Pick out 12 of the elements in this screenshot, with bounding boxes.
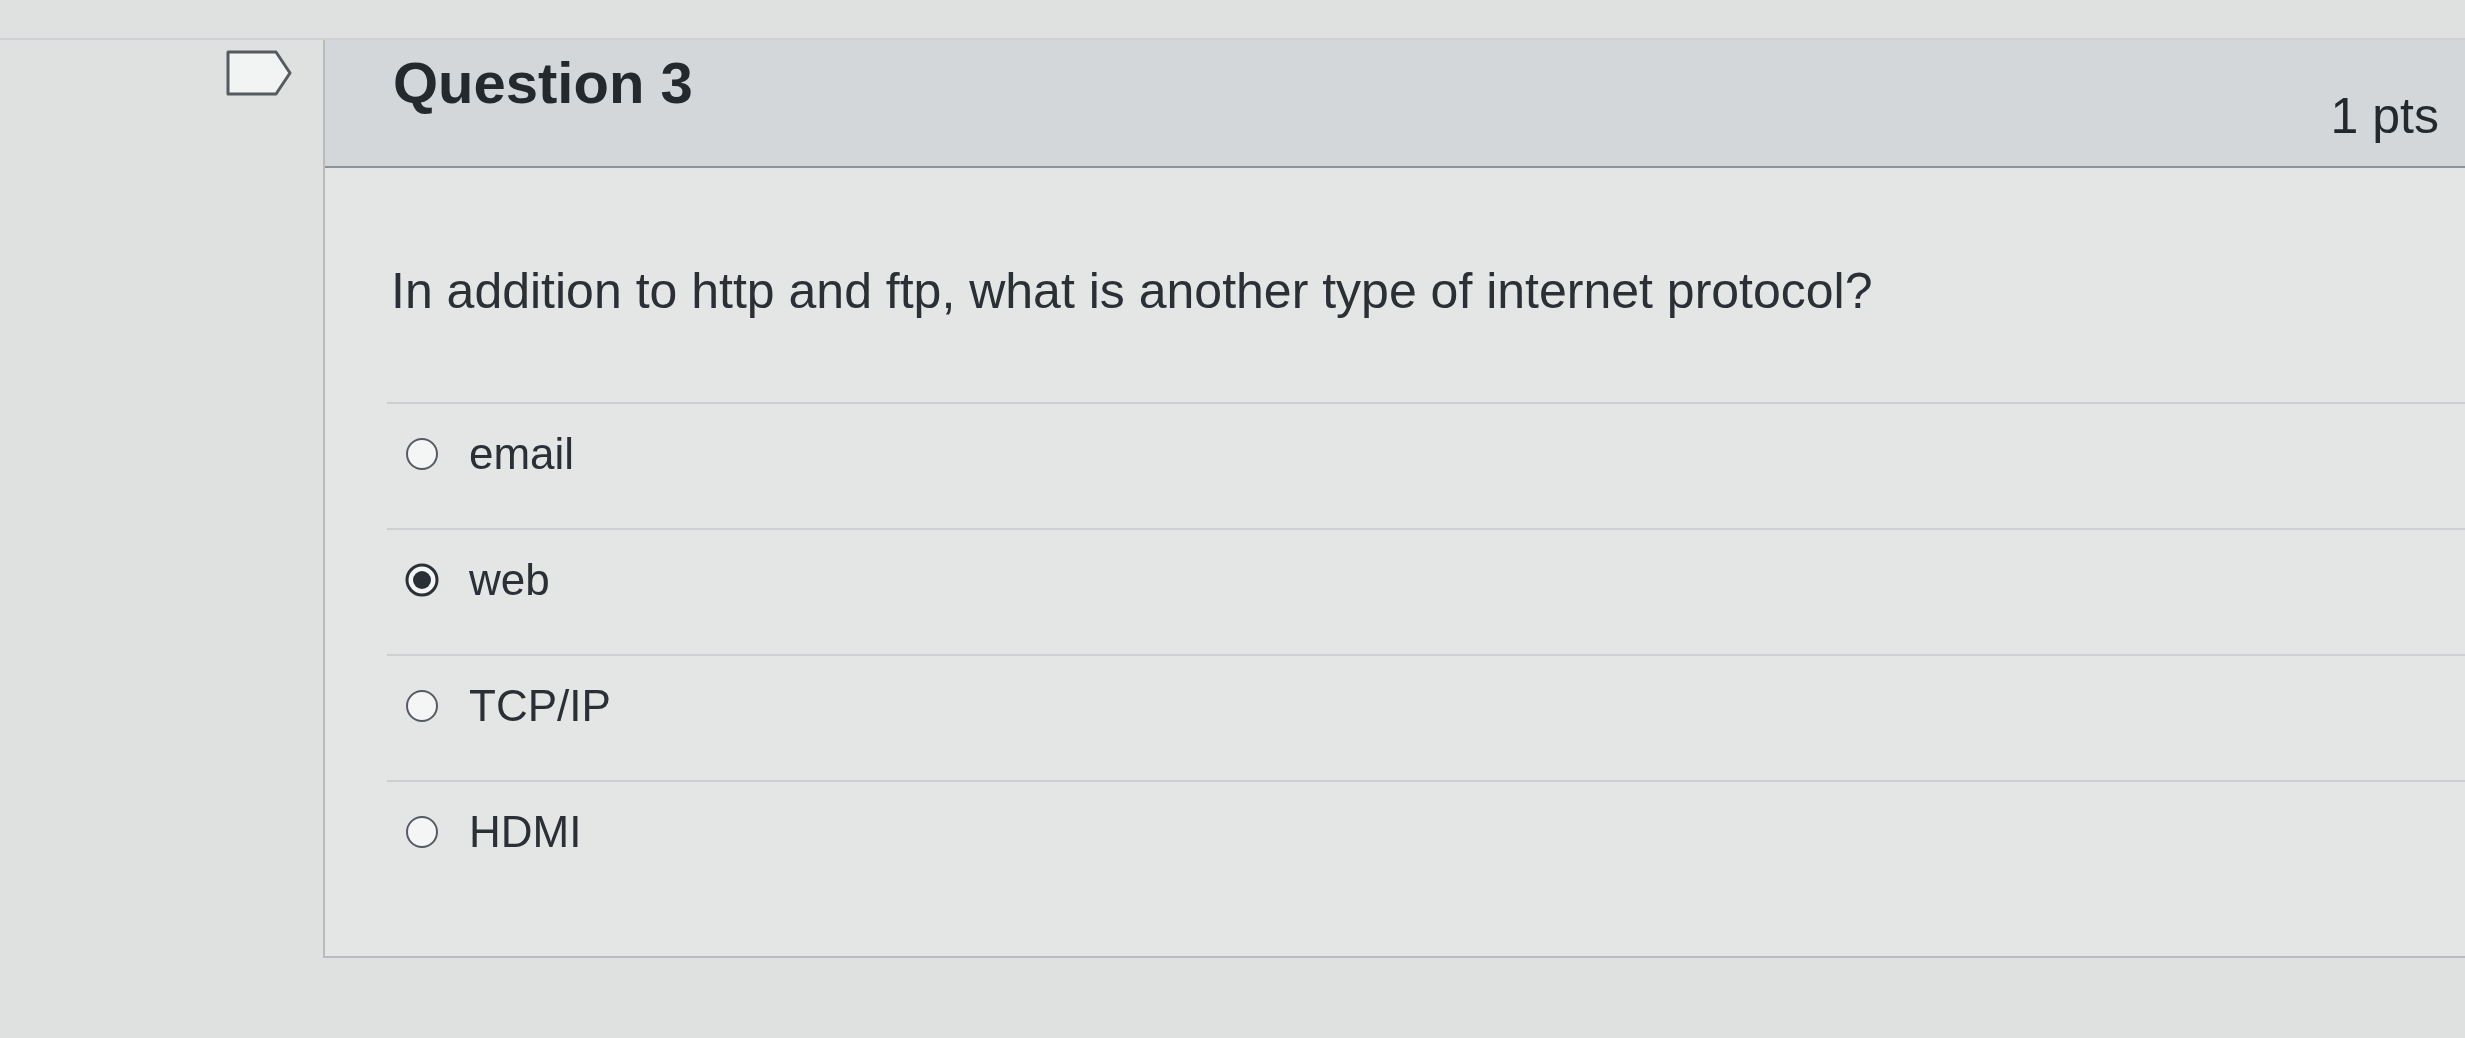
answer-label[interactable]: web bbox=[469, 554, 550, 606]
points-label: 1 pts bbox=[2330, 87, 2439, 146]
radio-button[interactable] bbox=[405, 815, 439, 849]
question-text: In addition to http and ftp, what is another type of internet protocol? bbox=[391, 262, 1874, 320]
answer-label[interactable]: HDMI bbox=[469, 806, 582, 858]
answer-label[interactable]: TCP/IP bbox=[469, 680, 611, 732]
radio-button[interactable] bbox=[405, 689, 439, 723]
question-title: Question 3 bbox=[393, 49, 693, 117]
flag-icon[interactable] bbox=[226, 50, 292, 96]
radio-button[interactable] bbox=[405, 437, 439, 471]
answer-label[interactable]: email bbox=[469, 428, 575, 480]
radio-button[interactable] bbox=[405, 563, 439, 597]
